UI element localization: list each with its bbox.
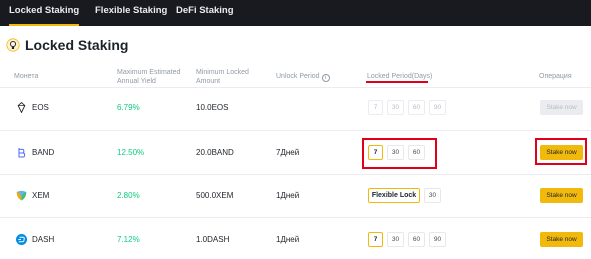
period-option-selected[interactable]: 7 — [368, 232, 383, 247]
period-option[interactable]: 90 — [429, 100, 446, 115]
coin-name: EOS — [32, 103, 49, 112]
yield-value: 12.50% — [117, 148, 145, 157]
table-row: XEM 2.80% 500.0XEM 1Дней Flexible Lock 3… — [0, 175, 591, 217]
period-option[interactable]: 60 — [408, 232, 425, 247]
stake-now-button[interactable]: Stake now — [540, 232, 583, 247]
min-locked-value: 10.0EOS — [196, 103, 229, 112]
table-row: BAND 12.50% 20.0BAND 7Дней 7 30 60 Stake… — [0, 131, 591, 173]
yield-value: 2.80% — [117, 191, 140, 200]
table-row: EOS 6.79% 10.0EOS 7 30 60 90 Stake now — [0, 88, 591, 129]
eos-icon — [17, 102, 26, 113]
col-header-coin: Монета — [14, 73, 39, 80]
highlight-box-period — [362, 138, 437, 169]
stake-now-button[interactable]: Stake now — [540, 188, 583, 203]
col-header-min-locked: Minimum Locked Amount — [196, 69, 249, 85]
unlock-period-value: 7Дней — [276, 148, 300, 157]
period-option[interactable]: 60 — [408, 100, 425, 115]
tab-locked-staking[interactable]: Locked Staking — [9, 0, 80, 26]
period-option-selected[interactable]: Flexible Lock — [368, 188, 420, 203]
period-option[interactable]: 30 — [387, 100, 404, 115]
xem-icon — [16, 190, 27, 201]
unlock-period-value: 1Дней — [276, 235, 300, 244]
period-option[interactable]: 30 — [387, 232, 404, 247]
col-header-unlock: Unlock Period i — [276, 72, 330, 82]
locked-period-underline — [366, 81, 428, 83]
col-header-operation: Операция — [539, 73, 572, 80]
min-locked-value: 1.0DASH — [196, 235, 230, 244]
tab-flexible-staking[interactable]: Flexible Staking — [95, 0, 167, 26]
min-locked-value: 20.0BAND — [196, 148, 234, 157]
lightbulb-icon — [6, 38, 20, 52]
period-option[interactable]: 30 — [424, 188, 441, 203]
dash-icon — [16, 234, 27, 245]
table-row: DASH 7.12% 1.0DASH 1Дней 7 30 60 90 Stak… — [0, 218, 591, 259]
top-nav: Locked Staking Flexible Staking DeFi Sta… — [0, 0, 591, 26]
col-header-locked-period: Locked Period(Days) — [367, 73, 433, 80]
info-icon[interactable]: i — [321, 74, 330, 82]
min-locked-value: 500.0XEM — [196, 191, 234, 200]
stake-now-button[interactable]: Stake now — [540, 100, 583, 115]
period-option[interactable]: 7 — [368, 100, 383, 115]
unlock-period-value: 1Дней — [276, 191, 300, 200]
yield-value: 7.12% — [117, 235, 140, 244]
period-option[interactable]: 90 — [429, 232, 446, 247]
coin-name: BAND — [32, 148, 55, 157]
col-header-unlock-label: Unlock Period — [276, 73, 320, 80]
coin-name: DASH — [32, 235, 55, 244]
coin-name: XEM — [32, 191, 50, 200]
yield-value: 6.79% — [117, 103, 140, 112]
highlight-box-stake — [535, 138, 587, 165]
tab-defi-staking[interactable]: DeFi Staking — [176, 0, 234, 26]
col-header-yield: Maximum Estimated Annual Yield — [117, 69, 181, 85]
band-icon — [18, 148, 26, 158]
page-title: Locked Staking — [25, 37, 129, 53]
